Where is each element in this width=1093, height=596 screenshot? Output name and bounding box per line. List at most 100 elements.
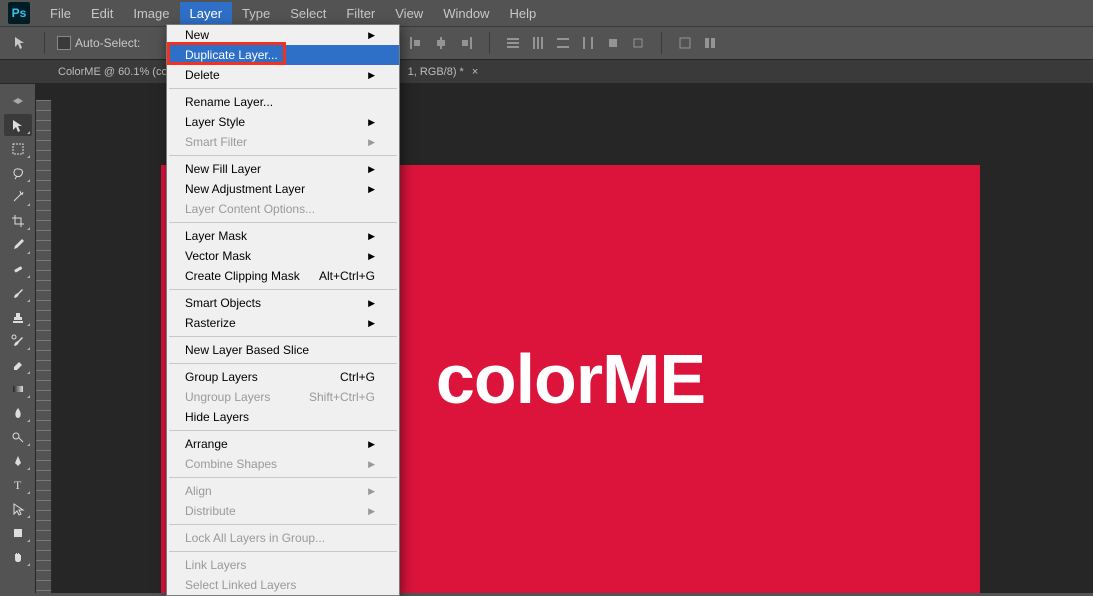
align-btn[interactable]	[405, 32, 427, 54]
menu-item-label: Distribute	[185, 504, 236, 518]
menu-item-layer-mask[interactable]: Layer Mask ▶	[167, 226, 399, 246]
type-tool[interactable]: T	[4, 474, 32, 496]
menu-select[interactable]: Select	[280, 2, 336, 25]
menu-help[interactable]: Help	[499, 2, 546, 25]
wand-tool[interactable]	[4, 186, 32, 208]
menu-item-label: Vector Mask	[185, 249, 251, 263]
menu-item-arrange[interactable]: Arrange ▶	[167, 434, 399, 454]
menu-view[interactable]: View	[385, 2, 433, 25]
menu-item-label: Rasterize	[185, 316, 236, 330]
auto-select-toggle[interactable]: Auto-Select:	[57, 36, 140, 50]
chevron-right-icon: ▶	[368, 117, 375, 128]
close-icon[interactable]: ×	[472, 66, 478, 78]
align-btn[interactable]	[527, 32, 549, 54]
menu-item-new-layer-based-slice[interactable]: New Layer Based Slice	[167, 340, 399, 360]
menu-image[interactable]: Image	[123, 2, 179, 25]
menu-separator	[169, 336, 397, 337]
expand-handle[interactable]	[4, 90, 32, 112]
blur-tool[interactable]	[4, 402, 32, 424]
menu-layer[interactable]: Layer	[180, 2, 233, 25]
menu-item-label: New Adjustment Layer	[185, 182, 305, 196]
align-btn[interactable]	[455, 32, 477, 54]
menu-edit[interactable]: Edit	[81, 2, 123, 25]
menu-filter[interactable]: Filter	[336, 2, 385, 25]
menu-item-delete[interactable]: Delete▶	[167, 65, 399, 85]
menu-item-label: Layer Style	[185, 115, 245, 129]
menu-item-shortcut: Shift+Ctrl+G	[309, 390, 375, 404]
menu-item-rasterize[interactable]: Rasterize▶	[167, 313, 399, 333]
eraser-tool[interactable]	[4, 354, 32, 376]
stamp-tool[interactable]	[4, 306, 32, 328]
chevron-right-icon: ▶	[368, 137, 375, 148]
align-btn[interactable]	[602, 32, 624, 54]
menu-item-label: Layer Content Options...	[185, 202, 315, 216]
menu-item-new-adjustment-layer[interactable]: New Adjustment Layer ▶	[167, 179, 399, 199]
menu-separator	[169, 477, 397, 478]
mode-btn[interactable]	[674, 32, 696, 54]
tab-title-right: 1, RGB/8) *	[408, 66, 464, 78]
menu-item-label: Align	[185, 484, 212, 498]
menu-item-label: Select Linked Layers	[185, 578, 296, 592]
menu-item-rename-layer[interactable]: Rename Layer...	[167, 92, 399, 112]
shape-tool[interactable]	[4, 522, 32, 544]
menu-item-new[interactable]: New ▶	[167, 25, 399, 45]
align-btn[interactable]	[552, 32, 574, 54]
menu-item-label: Smart Objects	[185, 296, 261, 310]
chevron-right-icon: ▶	[368, 231, 375, 242]
chevron-right-icon: ▶	[368, 486, 375, 497]
path-select-tool[interactable]	[4, 498, 32, 520]
menu-file[interactable]: File	[40, 2, 81, 25]
menu-item-label: Ungroup Layers	[185, 390, 270, 404]
menu-item-group-layers[interactable]: Group LayersCtrl+G	[167, 367, 399, 387]
layer-menu-dropdown: New ▶ Duplicate Layer...Delete▶ Rename Laye…	[166, 24, 400, 596]
brush-tool[interactable]	[4, 282, 32, 304]
menu-item-smart-filter: Smart Filter▶	[167, 132, 399, 152]
move-tool-indicator-icon	[10, 32, 32, 54]
menu-item-new-fill-layer[interactable]: New Fill Layer▶	[167, 159, 399, 179]
eyedropper-tool[interactable]	[4, 234, 32, 256]
menu-item-layer-style[interactable]: Layer Style ▶	[167, 112, 399, 132]
menu-item-label: Layer Mask	[185, 229, 247, 243]
menu-item-label: Arrange	[185, 437, 228, 451]
menu-item-create-clipping-mask[interactable]: Create Clipping MaskAlt+Ctrl+G	[167, 266, 399, 286]
dodge-tool[interactable]	[4, 426, 32, 448]
chevron-right-icon: ▶	[368, 164, 375, 175]
align-btn[interactable]	[430, 32, 452, 54]
align-btn[interactable]	[577, 32, 599, 54]
crop-tool[interactable]	[4, 210, 32, 232]
menu-window[interactable]: Window	[433, 2, 499, 25]
mode-btn[interactable]	[699, 32, 721, 54]
chevron-right-icon: ▶	[368, 30, 375, 41]
menu-item-layer-content-options: Layer Content Options...	[167, 199, 399, 219]
menu-item-smart-objects[interactable]: Smart Objects ▶	[167, 293, 399, 313]
menu-item-vector-mask[interactable]: Vector Mask▶	[167, 246, 399, 266]
app-icon: Ps	[8, 2, 30, 24]
distribute-group	[502, 32, 649, 54]
menu-item-hide-layers[interactable]: Hide Layers	[167, 407, 399, 427]
chevron-right-icon: ▶	[368, 70, 375, 81]
ruler-vertical[interactable]	[36, 100, 52, 593]
menu-item-select-linked-layers: Select Linked Layers	[167, 575, 399, 595]
chevron-right-icon: ▶	[368, 298, 375, 309]
tool-panel: T	[0, 84, 36, 593]
align-btn[interactable]	[502, 32, 524, 54]
menu-type[interactable]: Type	[232, 2, 280, 25]
gradient-tool[interactable]	[4, 378, 32, 400]
align-btn[interactable]	[627, 32, 649, 54]
history-brush-tool[interactable]	[4, 330, 32, 352]
chevron-right-icon: ▶	[368, 184, 375, 195]
hand-tool[interactable]	[4, 546, 32, 568]
document-tab[interactable]: ColorME @ 60.1% (co	[48, 62, 178, 82]
menu-item-lock-all-layers-in-group: Lock All Layers in Group...	[167, 528, 399, 548]
lasso-tool[interactable]	[4, 162, 32, 184]
chevron-right-icon: ▶	[368, 439, 375, 450]
pen-tool[interactable]	[4, 450, 32, 472]
menu-separator	[169, 551, 397, 552]
divider	[44, 32, 45, 54]
heal-tool[interactable]	[4, 258, 32, 280]
move-tool[interactable]	[4, 114, 32, 136]
menu-item-duplicate-layer[interactable]: Duplicate Layer...	[167, 45, 399, 65]
menu-separator	[169, 363, 397, 364]
marquee-tool[interactable]	[4, 138, 32, 160]
menu-item-label: New	[185, 28, 209, 42]
